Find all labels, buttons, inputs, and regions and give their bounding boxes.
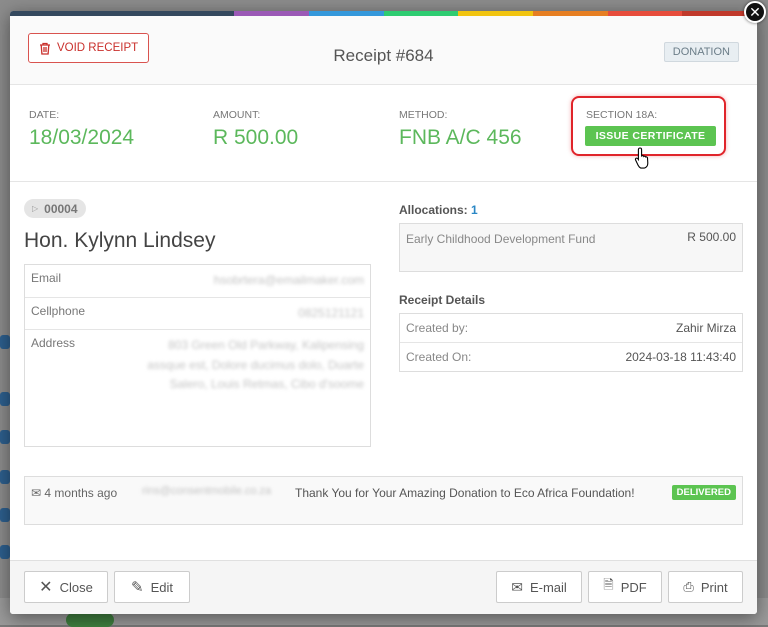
background-row-marker	[0, 508, 10, 522]
caret-right-icon: ▷	[32, 204, 39, 213]
print-button[interactable]: ⎙ Print	[668, 571, 743, 603]
pencil-icon: ✎	[131, 579, 144, 596]
communication-row: ✉ 4 months ago rins@consentmobile.co.za …	[24, 476, 743, 525]
close-icon: ✕	[39, 579, 53, 596]
pdf-label: PDF	[620, 579, 647, 595]
contact-id: 00004	[44, 201, 78, 216]
communication-subject: Thank You for Your Amazing Donation to E…	[295, 486, 635, 500]
method-stat: METHOD: FNB A/C 456	[399, 109, 522, 150]
communication-email: rins@consentmobile.co.za	[142, 485, 272, 497]
contact-info-key: Email	[31, 271, 62, 285]
receipt-details-title: Receipt Details	[399, 293, 486, 307]
modal-footer: ✕ Close ✎ Edit ✉ E-mail 🗎 PDF ⎙ Print	[10, 560, 757, 614]
allocations-title-text: Allocations:	[399, 203, 468, 217]
modal-header: VOID RECEIPT Receipt #684 DONATION	[10, 16, 757, 85]
contact-info-value: 803 Green Old Parkway, Kalipensing assqu…	[147, 338, 364, 391]
section-18a-label: SECTION 18A:	[586, 109, 658, 121]
print-label: Print	[700, 579, 728, 595]
background-row-marker	[0, 470, 10, 484]
contact-id-tag[interactable]: ▷ 00004	[24, 199, 86, 218]
background-row-marker	[0, 392, 10, 406]
receipt-detail-value: Zahir Mirza	[675, 321, 736, 335]
allocation-item: Early Childhood Development Fund R 500.0…	[399, 223, 743, 272]
allocations-count: 1	[471, 203, 478, 217]
background-row-marker	[0, 335, 10, 349]
allocation-amount: R 500.00	[687, 230, 736, 244]
receipt-detail-row: Created On: 2024-03-18 11:43:40	[400, 342, 742, 371]
edit-label: Edit	[150, 579, 173, 595]
method-label: METHOD:	[399, 109, 448, 121]
delivery-status-badge: DELIVERED	[671, 485, 736, 500]
modal-close-icon[interactable]: ✕	[744, 1, 766, 23]
receipt-modal: VOID RECEIPT Receipt #684 DONATION DATE:…	[10, 11, 757, 614]
edit-button[interactable]: ✎ Edit	[114, 571, 190, 603]
contact-info-key: Address	[31, 336, 76, 350]
issue-certificate-button[interactable]: ISSUE CERTIFICATE	[585, 126, 716, 146]
receipt-body: ▷ 00004 Hon. Kylynn Lindsey Email hsobrte…	[10, 180, 757, 560]
hand-cursor-icon	[634, 147, 649, 169]
close-button[interactable]: ✕ Close	[24, 571, 108, 603]
receipt-detail-key: Created by:	[406, 321, 469, 335]
contact-info-value: hsobrtera@emailmaker.com	[213, 273, 364, 287]
background-row-marker	[0, 430, 10, 444]
allocations-title: Allocations: 1	[399, 203, 478, 217]
communication-time-text: 4 months ago	[44, 486, 118, 500]
receipt-detail-key: Created On:	[406, 350, 472, 364]
contact-info-row: Cellphone 0825121121	[25, 296, 370, 330]
communication-time: ✉ 4 months ago	[31, 484, 131, 503]
contact-info-key: Cellphone	[31, 303, 86, 318]
receipt-detail-row: Created by: Zahir Mirza	[400, 314, 742, 342]
envelope-icon: ✉	[511, 578, 523, 595]
contact-info-row: Address 803 Green Old Parkway, Kalipensin…	[25, 329, 370, 446]
amount-label: AMOUNT:	[213, 109, 261, 121]
amount-stat: AMOUNT: R 500.00	[213, 109, 298, 150]
date-label: DATE:	[29, 109, 60, 121]
pdf-button[interactable]: 🗎 PDF	[588, 571, 662, 603]
printer-icon: ⎙	[683, 579, 694, 594]
contact-info-value: 0825121121	[298, 305, 364, 320]
close-label: Close	[59, 579, 93, 595]
contact-name: Hon. Kylynn Lindsey	[24, 229, 216, 252]
date-value: 18/03/2024	[29, 126, 135, 149]
receipt-detail-value: 2024-03-18 11:43:40	[625, 350, 736, 364]
receipt-type-badge: DONATION	[663, 42, 739, 62]
email-button[interactable]: ✉ E-mail	[496, 571, 582, 603]
date-stat: DATE: 18/03/2024	[29, 109, 134, 150]
allocation-fund-name: Early Childhood Development Fund	[406, 232, 596, 246]
contact-info-row: Email hsobrtera@emailmaker.com	[25, 265, 370, 297]
background-row-marker	[0, 545, 10, 559]
page-title: Receipt #684	[333, 46, 434, 65]
amount-value: R 500.00	[213, 126, 299, 149]
receipt-details-table: Created by: Zahir Mirza Created On: 2024-03…	[399, 313, 743, 372]
contact-info-table: Email hsobrtera@emailmaker.com Cellphone 08…	[24, 264, 371, 447]
email-label: E-mail	[529, 579, 567, 595]
pdf-file-icon: 🗎	[603, 577, 614, 592]
method-value: FNB A/C 456	[399, 126, 522, 149]
envelope-open-icon: ✉	[31, 486, 42, 500]
